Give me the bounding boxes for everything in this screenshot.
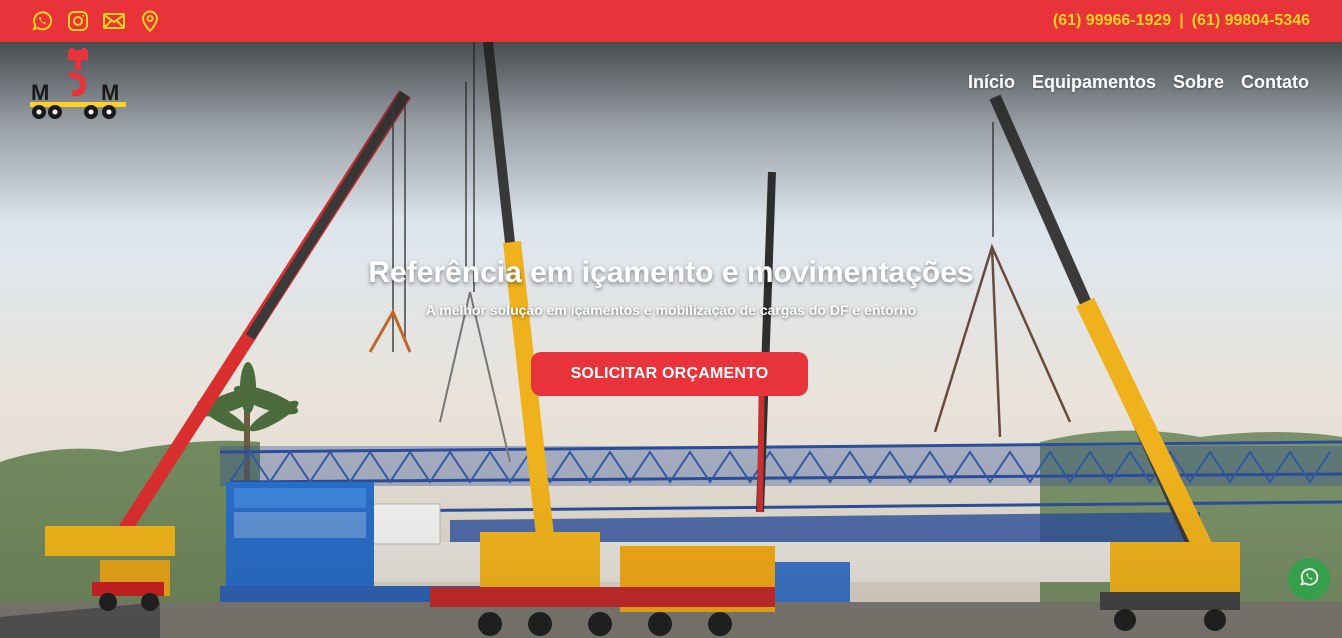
email-icon[interactable] [102,9,126,33]
whatsapp-icon[interactable] [30,9,54,33]
nav-item-contato[interactable]: Contato [1241,72,1309,93]
phone-link-2[interactable]: (61) 99804-5346 [1192,12,1310,30]
request-quote-button[interactable]: SOLICITAR ORÇAMENTO [531,352,808,396]
svg-text:M: M [101,80,119,105]
whatsapp-float-button[interactable] [1288,558,1330,600]
top-bar: (61) 99966-1929 | (61) 99804-5346 [0,0,1342,42]
phone-separator: | [1179,12,1184,29]
location-icon[interactable] [138,9,162,33]
hero-section [0,42,1342,638]
instagram-icon[interactable] [66,9,90,33]
whatsapp-icon [1298,566,1320,593]
hero-subtitle: A melhor solução em içamentos e mobiliza… [425,302,917,318]
nav-item-inicio[interactable]: Início [968,72,1015,93]
site-logo[interactable]: M M [30,48,126,120]
main-nav: Início Equipamentos Sobre Contato [968,72,1309,93]
social-links [30,9,162,33]
hero-overlay [0,42,1342,638]
phone-numbers: (61) 99966-1929 | (61) 99804-5346 [1053,12,1310,30]
hero-title: Referência em içamento e movimentações [368,256,974,289]
phone-link-1[interactable]: (61) 99966-1929 [1053,12,1171,30]
nav-item-equipamentos[interactable]: Equipamentos [1032,72,1156,93]
nav-item-sobre[interactable]: Sobre [1173,72,1224,93]
svg-text:M: M [31,80,49,105]
